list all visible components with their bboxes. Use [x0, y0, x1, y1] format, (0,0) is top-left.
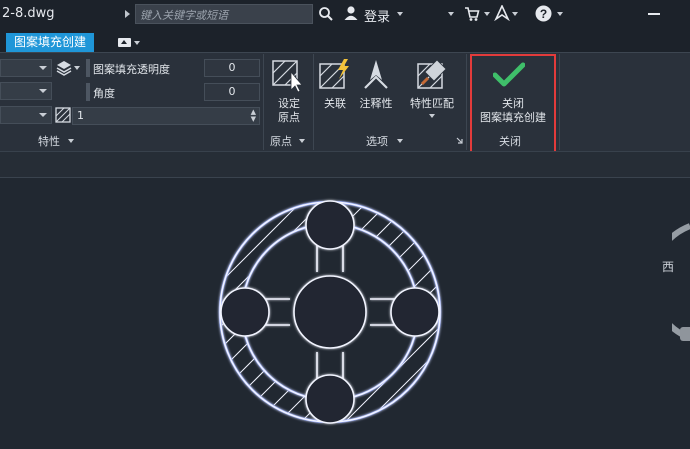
search-placeholder: 键入关键字或短语	[140, 9, 228, 22]
panel-divider	[466, 54, 467, 150]
tab-hatch-creation[interactable]: 图案填充创建	[6, 33, 94, 52]
options-dialog-launcher-icon[interactable]	[456, 137, 463, 144]
options-panel-caret-icon[interactable]	[397, 139, 403, 143]
minimize-icon[interactable]	[648, 13, 660, 15]
help-caret-icon[interactable]	[557, 12, 563, 16]
hatch-scale-value: 1	[77, 109, 84, 122]
hatch-scale-field[interactable]: 1 ▲ ▼	[72, 107, 260, 125]
cart-icon[interactable]	[464, 6, 480, 22]
ribbon-tab-row	[0, 30, 690, 52]
angle-slider-handle[interactable]	[86, 83, 90, 101]
connect-caret-icon[interactable]	[512, 12, 518, 16]
annotative-button[interactable]: 注释性	[355, 97, 397, 111]
autodesk-connect-icon[interactable]	[494, 5, 510, 21]
set-origin-label-line1: 设定	[278, 97, 300, 110]
cart-caret-icon[interactable]	[484, 12, 490, 16]
ribbon-minimize-caret-icon[interactable]	[134, 41, 140, 45]
search-icon[interactable]	[318, 6, 334, 22]
options-panel-title[interactable]: 选项	[366, 133, 388, 149]
match-properties-button[interactable]: 特性匹配	[404, 97, 460, 111]
angle-label: 角度	[93, 87, 115, 100]
properties-panel-title[interactable]: 特性	[38, 133, 60, 149]
annotative-icon[interactable]	[361, 58, 391, 90]
background-color-dropdown[interactable]	[0, 106, 52, 124]
transparency-label: 图案填充透明度	[93, 63, 170, 76]
help-icon[interactable]: ?	[535, 5, 552, 22]
panel-divider	[313, 54, 314, 150]
origin-panel-title[interactable]: 原点	[270, 133, 292, 149]
pattern-type-dropdown[interactable]	[0, 59, 52, 77]
properties-panel-caret-icon[interactable]	[68, 139, 74, 143]
set-origin-button[interactable]: 设定 原点	[271, 97, 307, 125]
hatched-flange-drawing[interactable]	[205, 188, 455, 436]
drawing-outline	[218, 200, 442, 424]
hatch-color-dropdown[interactable]	[0, 82, 52, 100]
set-origin-icon[interactable]	[271, 58, 303, 94]
ribbon-minimize-icon[interactable]	[118, 38, 131, 47]
login-dropdown-caret-icon[interactable]	[397, 12, 403, 16]
ribbon-bottom-strip	[0, 151, 690, 178]
transparency-slider-handle[interactable]	[86, 59, 90, 77]
user-icon[interactable]	[343, 5, 359, 21]
match-properties-icon[interactable]	[416, 58, 448, 90]
layers-icon[interactable]	[55, 58, 81, 78]
angle-value-field[interactable]: 0	[204, 83, 260, 101]
associative-icon[interactable]	[318, 58, 352, 90]
svg-text:?: ?	[540, 7, 547, 21]
match-properties-caret-icon[interactable]	[429, 114, 435, 118]
document-title: 2-8.dwg	[2, 6, 55, 21]
viewcube-menu-icon[interactable]	[680, 327, 690, 341]
origin-panel-caret-icon[interactable]	[299, 139, 305, 143]
search-input[interactable]: 键入关键字或短语	[135, 4, 313, 24]
set-origin-label-line2: 原点	[278, 111, 300, 124]
spinner-arrows-icon[interactable]: ▲ ▼	[251, 109, 256, 123]
highlight-box	[470, 54, 556, 158]
associative-button[interactable]: 关联	[317, 97, 353, 111]
menu-caret-icon[interactable]	[448, 12, 454, 16]
transparency-value-field[interactable]: 0	[204, 59, 260, 77]
panel-divider	[559, 54, 560, 150]
login-button[interactable]: 登录	[364, 6, 390, 25]
panel-divider	[263, 54, 264, 150]
viewcube-ring[interactable]	[672, 222, 690, 342]
search-expand-icon[interactable]	[125, 10, 130, 18]
hatch-scale-icon	[55, 107, 71, 123]
